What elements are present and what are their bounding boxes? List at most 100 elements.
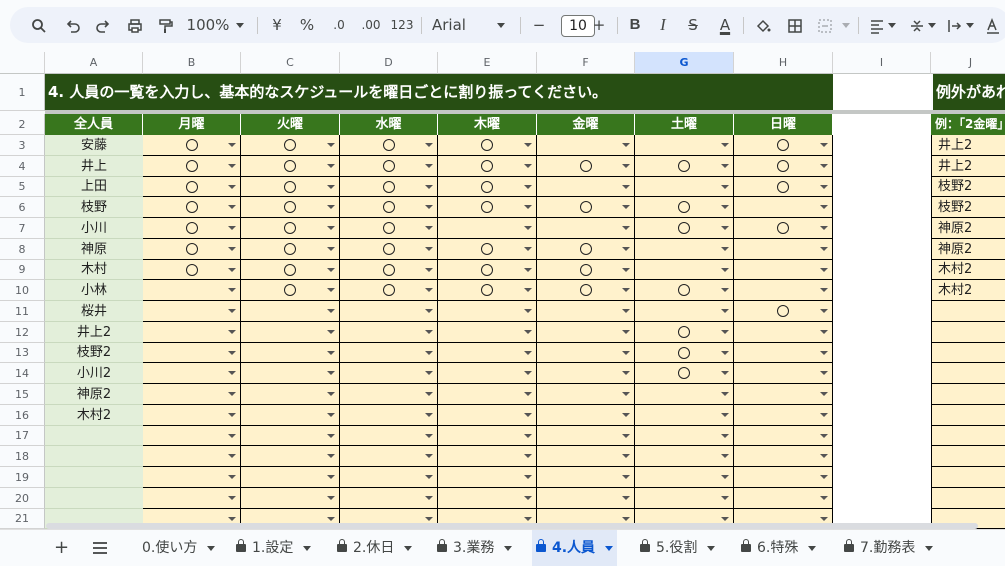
day-cell[interactable]	[143, 197, 241, 218]
dropdown-arrow-icon[interactable]	[228, 351, 236, 355]
day-cell[interactable]	[635, 156, 734, 177]
bold-button[interactable]: B	[626, 7, 644, 43]
day-cell[interactable]	[537, 156, 635, 177]
day-cell[interactable]	[635, 197, 734, 218]
exception-cell[interactable]: 神原2	[931, 239, 1005, 260]
exception-cell[interactable]	[931, 343, 1005, 363]
dropdown-arrow-icon[interactable]	[327, 226, 335, 230]
exception-cell[interactable]	[931, 322, 1005, 343]
day-cell[interactable]	[241, 384, 340, 405]
dropdown-arrow-icon[interactable]	[820, 143, 828, 147]
search-icon[interactable]	[28, 7, 50, 43]
dropdown-arrow-icon[interactable]	[820, 371, 828, 375]
column-header-i[interactable]: I	[833, 52, 931, 74]
currency-button[interactable]: ¥	[268, 7, 286, 43]
day-cell[interactable]	[734, 218, 833, 239]
day-cell[interactable]	[143, 488, 241, 509]
chevron-down-icon[interactable]	[234, 7, 246, 43]
day-cell[interactable]	[734, 197, 833, 218]
row-header[interactable]: 16	[0, 405, 45, 426]
header-3[interactable]: 水曜	[340, 114, 438, 135]
exception-cell[interactable]: 木村2	[931, 280, 1005, 301]
day-cell[interactable]	[143, 135, 241, 156]
day-cell[interactable]	[143, 363, 241, 384]
day-cell[interactable]	[241, 363, 340, 384]
dropdown-arrow-icon[interactable]	[327, 496, 335, 500]
sheet-tab-4[interactable]: 4.人員	[532, 530, 618, 566]
day-cell[interactable]	[438, 218, 537, 239]
sheet-tab-6[interactable]: 6.特殊	[737, 530, 820, 566]
cell-i[interactable]	[833, 384, 931, 405]
cell-i[interactable]	[833, 239, 931, 260]
dropdown-arrow-icon[interactable]	[820, 164, 828, 168]
day-cell[interactable]	[734, 260, 833, 280]
day-cell[interactable]	[143, 218, 241, 239]
day-cell[interactable]	[537, 446, 635, 467]
cell-i[interactable]	[833, 446, 931, 467]
cell-i[interactable]	[833, 488, 931, 509]
day-cell[interactable]	[143, 260, 241, 280]
day-cell[interactable]	[537, 280, 635, 301]
dropdown-arrow-icon[interactable]	[820, 517, 828, 521]
row-header[interactable]: 19	[0, 467, 45, 488]
dropdown-arrow-icon[interactable]	[425, 351, 433, 355]
staff-name-cell[interactable]: 井上2	[45, 322, 143, 343]
exception-title[interactable]: 例外があれ	[933, 74, 1005, 111]
row-header[interactable]: 3	[0, 135, 45, 156]
dropdown-arrow-icon[interactable]	[425, 330, 433, 334]
dropdown-arrow-icon[interactable]	[721, 268, 729, 272]
exception-cell[interactable]	[931, 488, 1005, 509]
dropdown-arrow-icon[interactable]	[721, 517, 729, 521]
chevron-down-icon[interactable]	[707, 545, 716, 551]
cell-i[interactable]	[833, 177, 931, 197]
row-header[interactable]: 20	[0, 488, 45, 509]
dropdown-arrow-icon[interactable]	[327, 413, 335, 417]
day-cell[interactable]	[438, 260, 537, 280]
dropdown-arrow-icon[interactable]	[228, 330, 236, 334]
day-cell[interactable]	[438, 301, 537, 322]
font-size-increase-button[interactable]: +	[590, 7, 608, 43]
instruction-title[interactable]: 4. 人員の一覧を入力し、基本的なスケジュールを曜日ごとに割り振ってください。	[45, 74, 833, 111]
day-cell[interactable]	[734, 405, 833, 426]
undo-icon[interactable]	[62, 7, 84, 43]
cell-i[interactable]	[833, 135, 931, 156]
chevron-down-icon[interactable]	[925, 545, 934, 551]
day-cell[interactable]	[340, 135, 438, 156]
exception-cell[interactable]	[931, 405, 1005, 426]
day-cell[interactable]	[537, 260, 635, 280]
day-cell[interactable]	[340, 426, 438, 446]
day-cell[interactable]	[635, 467, 734, 488]
dropdown-arrow-icon[interactable]	[228, 517, 236, 521]
vertical-align-icon[interactable]	[906, 7, 928, 43]
exception-cell[interactable]	[931, 301, 1005, 322]
dropdown-arrow-icon[interactable]	[228, 371, 236, 375]
cell-i[interactable]	[833, 280, 931, 301]
day-cell[interactable]	[143, 280, 241, 301]
day-cell[interactable]	[734, 301, 833, 322]
staff-name-cell[interactable]: 枝野2	[45, 343, 143, 363]
dropdown-arrow-icon[interactable]	[524, 268, 532, 272]
row-header[interactable]: 4	[0, 156, 45, 177]
dropdown-arrow-icon[interactable]	[228, 268, 236, 272]
staff-name-cell[interactable]: 木村2	[45, 405, 143, 426]
column-header-g[interactable]: G	[635, 52, 734, 74]
merge-cells-icon[interactable]	[814, 7, 836, 43]
dropdown-arrow-icon[interactable]	[721, 371, 729, 375]
day-cell[interactable]	[537, 363, 635, 384]
dropdown-arrow-icon[interactable]	[425, 517, 433, 521]
day-cell[interactable]	[635, 135, 734, 156]
dropdown-arrow-icon[interactable]	[425, 434, 433, 438]
day-cell[interactable]	[340, 488, 438, 509]
day-cell[interactable]	[438, 467, 537, 488]
day-cell[interactable]	[143, 446, 241, 467]
cell-i[interactable]	[833, 218, 931, 239]
dropdown-arrow-icon[interactable]	[327, 143, 335, 147]
day-cell[interactable]	[537, 343, 635, 363]
staff-name-cell[interactable]: 枝野	[45, 197, 143, 218]
dropdown-arrow-icon[interactable]	[820, 454, 828, 458]
dropdown-arrow-icon[interactable]	[327, 330, 335, 334]
dropdown-arrow-icon[interactable]	[228, 496, 236, 500]
dropdown-arrow-icon[interactable]	[622, 454, 630, 458]
dropdown-arrow-icon[interactable]	[524, 247, 532, 251]
chevron-down-icon[interactable]	[605, 545, 614, 551]
